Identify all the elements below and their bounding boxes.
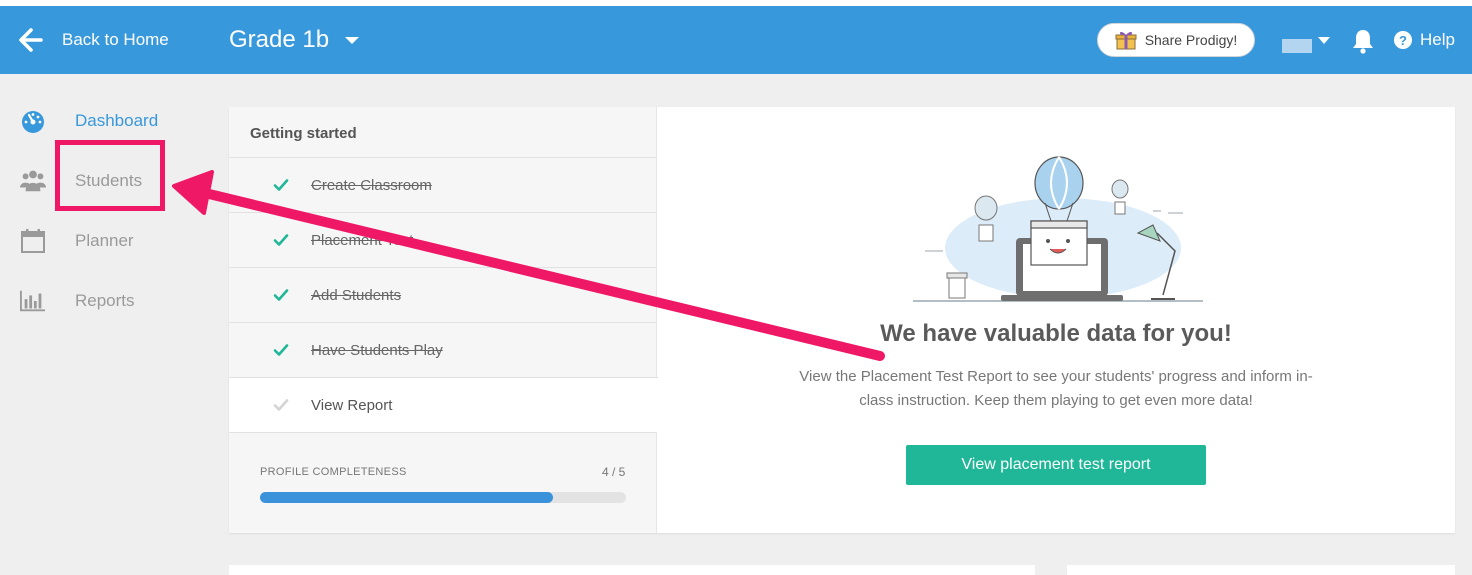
bottom-card	[229, 565, 1035, 575]
step-have-students-play[interactable]: Have Students Play	[229, 322, 657, 377]
laptop-balloons-illustration	[913, 156, 1203, 302]
step-create-classroom[interactable]: Create Classroom	[229, 157, 657, 212]
getting-started-title: Getting started	[250, 125, 357, 142]
bar-chart-icon	[20, 288, 46, 314]
help-label: Help	[1420, 30, 1455, 49]
sidebar-item-label: Planner	[75, 231, 134, 250]
sidebar-item-planner[interactable]: Planner	[20, 226, 134, 256]
arrow-left-icon	[19, 28, 43, 52]
step-label: Create Classroom	[311, 176, 432, 194]
checkmark-icon	[273, 399, 289, 411]
progress-bar-fill	[260, 492, 553, 503]
progress-label: PROFILE COMPLETENESS	[260, 466, 407, 478]
step-label: View Report	[311, 396, 393, 414]
getting-started-card: Getting started Create Classroom Placeme…	[229, 107, 1455, 533]
sidebar-item-students[interactable]: Students	[20, 166, 142, 196]
back-to-home-button[interactable]: Back to Home	[18, 6, 169, 74]
step-placement-test[interactable]: Placement Test	[229, 212, 657, 267]
checkmark-icon	[273, 289, 289, 301]
progress-count: 4 / 5	[602, 465, 626, 479]
user-menu[interactable]	[1282, 6, 1330, 74]
user-avatar	[1282, 39, 1312, 53]
sidebar-item-reports[interactable]: Reports	[20, 286, 135, 316]
checkmark-icon	[273, 344, 289, 356]
dashboard-gauge-icon	[20, 108, 46, 134]
share-prodigy-button[interactable]: Share Prodigy!	[1097, 23, 1255, 57]
share-prodigy-label: Share Prodigy!	[1144, 32, 1238, 48]
students-highlight-box	[55, 140, 165, 211]
step-add-students[interactable]: Add Students	[229, 267, 657, 322]
step-label: Add Students	[311, 286, 402, 304]
class-name: Grade 1b	[229, 26, 330, 53]
calendar-icon	[20, 228, 46, 254]
back-to-home-label: Back to Home	[62, 30, 169, 49]
getting-started-panel: Getting started Create Classroom Placeme…	[229, 107, 658, 533]
step-view-report[interactable]: View Report	[229, 377, 658, 432]
profile-completeness: PROFILE COMPLETENESS 4 / 5	[229, 432, 657, 533]
chevron-down-icon	[1318, 36, 1330, 44]
sidebar-item-label: Dashboard	[75, 111, 159, 130]
help-icon: ?	[1394, 31, 1412, 49]
step-label: Placement Test	[311, 231, 414, 249]
checkmark-icon	[273, 234, 289, 246]
class-selector[interactable]: Grade 1b	[229, 6, 360, 74]
progress-bar	[260, 492, 626, 503]
students-icon	[20, 168, 46, 194]
bell-icon[interactable]	[1351, 28, 1375, 54]
bottom-card	[1067, 565, 1455, 575]
chevron-down-icon	[345, 36, 360, 44]
sidebar-item-dashboard[interactable]: Dashboard	[20, 106, 158, 136]
header-bar: Back to Home Grade 1b Share Prodigy! ? H…	[0, 6, 1472, 74]
step-label: Have Students Play	[311, 341, 443, 359]
checkmark-icon	[273, 179, 289, 191]
data-headline: We have valuable data for you!	[880, 320, 1232, 347]
gift-icon	[1115, 31, 1137, 50]
data-description: View the Placement Test Report to see yo…	[799, 368, 1313, 409]
view-placement-test-report-button[interactable]: View placement test report	[906, 445, 1206, 485]
sidebar-item-label: Reports	[75, 291, 135, 310]
help-button[interactable]: ? Help	[1394, 6, 1455, 74]
